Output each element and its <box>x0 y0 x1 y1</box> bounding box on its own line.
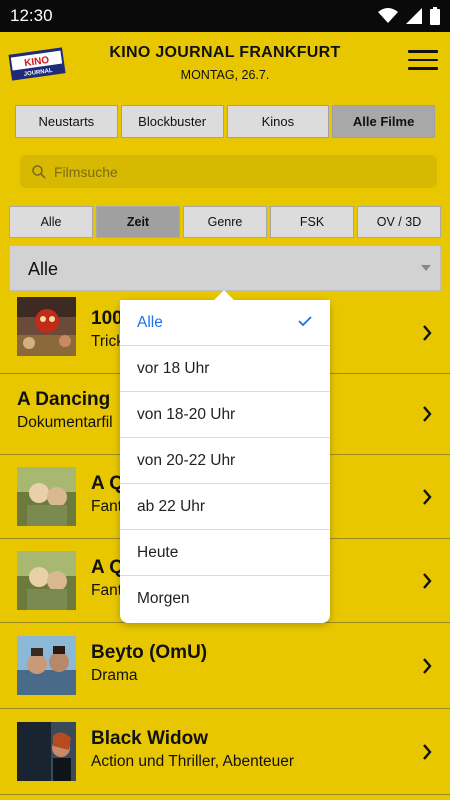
signal-icon <box>406 8 422 24</box>
filter-zeit[interactable]: Zeit <box>96 206 180 238</box>
status-bar: 12:30 <box>0 0 450 32</box>
search-icon <box>32 164 46 179</box>
chevron-right-icon <box>423 743 432 760</box>
filter-tabs: Alle Zeit Genre FSK OV / 3D <box>9 206 441 238</box>
search-placeholder: Filmsuche <box>54 163 118 180</box>
movie-thumbnail <box>17 636 76 695</box>
movie-row[interactable]: Black Widow Action und Thriller, Abenteu… <box>0 709 450 795</box>
tab-blockbuster[interactable]: Blockbuster <box>120 105 224 138</box>
movie-title: A Dancing <box>17 389 111 410</box>
dropdown-option-label: von 20-22 Uhr <box>137 451 236 469</box>
dropdown-option-18-20[interactable]: von 18-20 Uhr <box>120 392 330 438</box>
dropdown-option-label: Alle <box>137 313 163 331</box>
filter-genre[interactable]: Genre <box>183 206 267 238</box>
main-tabs: Neustarts Blockbuster Kinos Alle Filme <box>15 105 435 138</box>
wifi-icon <box>378 8 398 23</box>
page-date: MONTAG, 26.7. <box>180 68 270 82</box>
status-time: 12:30 <box>10 6 53 25</box>
tab-alle-filme[interactable]: Alle Filme <box>332 105 435 138</box>
movie-genre: Dokumentarfil <box>17 414 113 431</box>
hamburger-menu-icon[interactable] <box>408 50 438 72</box>
checkmark-icon <box>298 316 312 327</box>
dropdown-option-label: von 18-20 Uhr <box>137 405 236 423</box>
movie-thumbnail <box>17 467 76 526</box>
tab-neustarts[interactable]: Neustarts <box>15 105 118 138</box>
time-select-value: Alle <box>28 259 59 279</box>
chevron-right-icon <box>423 324 432 341</box>
dropdown-option-label: vor 18 Uhr <box>137 359 210 377</box>
status-icons <box>378 7 440 25</box>
dropdown-option-morgen[interactable]: Morgen <box>120 576 330 622</box>
battery-icon <box>430 7 440 25</box>
app-header: KINO JOURNAL KINO JOURNAL FRANKFURT MONT… <box>0 32 450 96</box>
movie-thumbnail <box>17 551 76 610</box>
movie-thumbnail <box>17 297 76 356</box>
movie-genre: Drama <box>91 667 138 684</box>
dropdown-option-label: Morgen <box>137 590 190 607</box>
time-dropdown: Alle vor 18 Uhr von 18-20 Uhr von 20-22 … <box>120 290 330 623</box>
chevron-right-icon <box>423 572 432 589</box>
app-logo[interactable]: KINO JOURNAL <box>8 45 66 83</box>
dropdown-option-ab-22[interactable]: ab 22 Uhr <box>120 484 330 530</box>
dropdown-option-heute[interactable]: Heute <box>120 530 330 576</box>
movie-title: Black Widow <box>91 728 209 749</box>
movie-genre: Action und Thriller, Abenteuer <box>91 753 295 770</box>
filter-ov-3d[interactable]: OV / 3D <box>357 206 441 238</box>
tab-kinos[interactable]: Kinos <box>226 105 330 138</box>
dropdown-option-alle[interactable]: Alle <box>120 300 330 346</box>
time-select[interactable]: Alle <box>9 245 441 291</box>
movie-row[interactable]: Beyto (OmU) Drama <box>0 623 450 709</box>
dropdown-arrow-icon <box>421 265 431 271</box>
page-title: KINO JOURNAL FRANKFURT <box>109 44 341 61</box>
dropdown-option-vor-18[interactable]: vor 18 Uhr <box>120 346 330 392</box>
filter-alle[interactable]: Alle <box>9 206 93 238</box>
dropdown-option-20-22[interactable]: von 20-22 Uhr <box>120 438 330 484</box>
movie-title: Beyto (OmU) <box>91 642 208 663</box>
search-input[interactable]: Filmsuche <box>20 155 437 188</box>
movie-thumbnail <box>17 722 76 781</box>
filter-fsk[interactable]: FSK <box>270 206 354 238</box>
chevron-right-icon <box>423 406 432 422</box>
chevron-right-icon <box>423 657 432 674</box>
dropdown-option-label: ab 22 Uhr <box>137 497 206 515</box>
chevron-right-icon <box>423 488 432 505</box>
dropdown-option-label: Heute <box>137 543 179 561</box>
